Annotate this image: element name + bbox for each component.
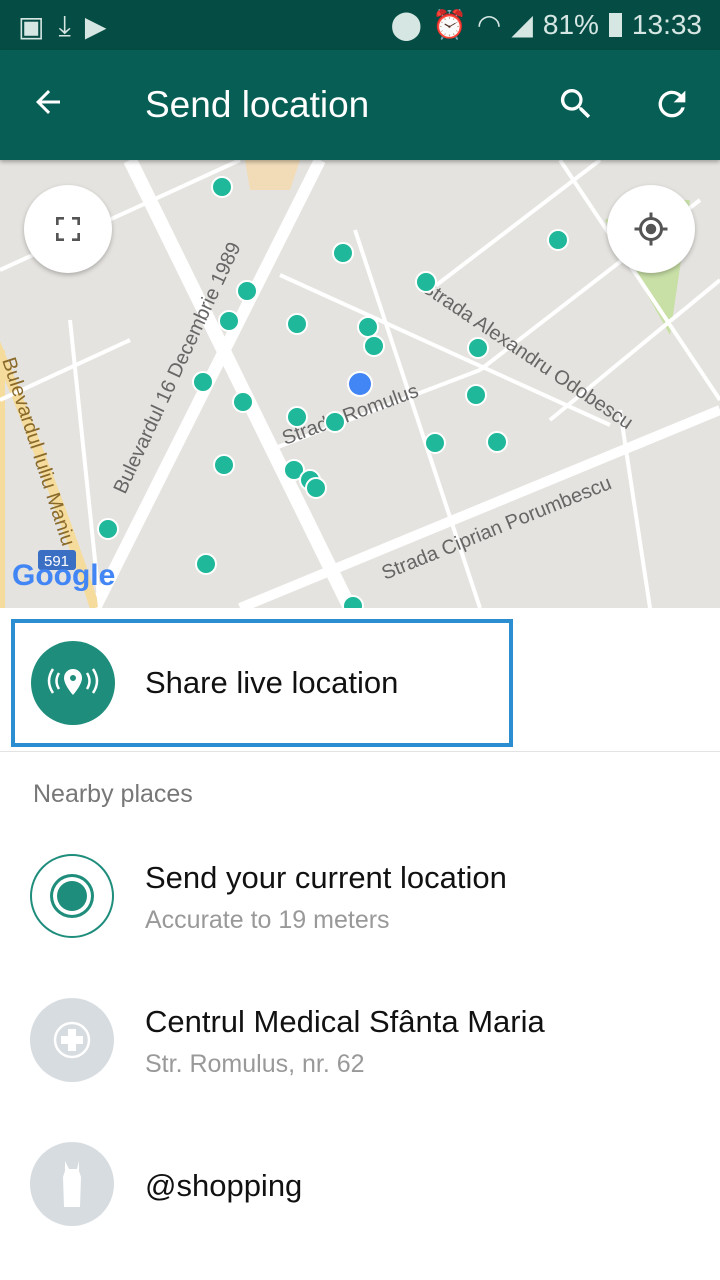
place-marker[interactable] xyxy=(486,431,508,453)
place-marker[interactable] xyxy=(286,313,308,335)
place-marker[interactable] xyxy=(192,371,214,393)
live-location-icon xyxy=(31,641,115,725)
place-marker[interactable] xyxy=(342,595,364,608)
page-title: Send location xyxy=(145,84,370,125)
share-live-location-button[interactable]: Share live location xyxy=(11,619,513,747)
place-marker[interactable] xyxy=(213,454,235,476)
play-store-icon: ▶ xyxy=(84,11,107,42)
fullscreen-icon xyxy=(56,217,80,241)
street-label: Strada Alexandru Odobescu xyxy=(417,276,637,434)
gallery-notification-icon: ▣ xyxy=(18,11,45,42)
place-marker[interactable] xyxy=(211,176,233,198)
clock: 13:33 xyxy=(631,8,702,40)
place-marker[interactable] xyxy=(415,271,437,293)
place-marker[interactable] xyxy=(363,335,385,357)
wifi-icon: ◠ xyxy=(476,9,502,40)
place-marker[interactable] xyxy=(357,316,379,338)
place-marker[interactable] xyxy=(236,280,258,302)
map-view[interactable]: Strada Alexandru Odobescu Bulevardul 16 … xyxy=(0,160,720,608)
place-marker[interactable] xyxy=(97,518,119,540)
download-icon: ⤓ xyxy=(58,10,71,41)
alarm-icon: ⏰ xyxy=(432,9,467,40)
place-marker[interactable] xyxy=(324,411,346,433)
divider xyxy=(0,751,720,752)
place-marker[interactable] xyxy=(305,477,327,499)
signal-icon: ◢ xyxy=(511,9,533,40)
place-marker[interactable] xyxy=(465,384,487,406)
crosshair-icon xyxy=(634,212,668,246)
google-logo: Google xyxy=(12,559,115,592)
nearby-places-header: Nearby places xyxy=(33,780,193,808)
my-location-marker xyxy=(347,371,373,397)
place-marker[interactable] xyxy=(424,432,446,454)
battery-percent: 81% xyxy=(542,8,599,40)
share-live-location-label: Share live location xyxy=(145,665,399,700)
app-bar: Send location xyxy=(0,50,720,160)
refresh-icon[interactable] xyxy=(652,84,692,124)
place-marker[interactable] xyxy=(195,553,217,575)
current-location-icon xyxy=(30,854,114,938)
fullscreen-button[interactable] xyxy=(24,185,112,273)
back-arrow-icon[interactable] xyxy=(30,84,66,120)
place-subtitle: Accurate to 19 meters xyxy=(145,906,390,934)
place-title: Send your current location xyxy=(145,860,507,895)
place-marker[interactable] xyxy=(332,242,354,264)
my-location-button[interactable] xyxy=(607,185,695,273)
place-title: Centrul Medical Sfânta Maria xyxy=(145,1004,545,1039)
list-item-place[interactable]: Centrul Medical Sfânta Maria Str. Romulu… xyxy=(0,980,720,1100)
place-marker[interactable] xyxy=(547,229,569,251)
street-label: Strada Ciprian Porumbescu xyxy=(379,472,615,584)
medical-icon xyxy=(30,998,114,1082)
place-marker[interactable] xyxy=(232,391,254,413)
place-title: @shopping xyxy=(145,1168,303,1203)
location-icon: ⬤ xyxy=(390,9,423,40)
dress-icon xyxy=(30,1142,114,1226)
search-icon[interactable] xyxy=(556,84,596,124)
status-bar: ▣ ⤓ ▶ ⬤ ⏰ ◠ ◢ 81% 13:33 xyxy=(0,0,720,50)
place-subtitle: Str. Romulus, nr. 62 xyxy=(145,1050,365,1078)
place-marker[interactable] xyxy=(218,310,240,332)
battery-icon xyxy=(608,12,622,37)
place-marker[interactable] xyxy=(467,337,489,359)
list-item-place[interactable]: @shopping xyxy=(0,1124,720,1244)
list-item-current-location[interactable]: Send your current location Accurate to 1… xyxy=(0,836,720,956)
place-marker[interactable] xyxy=(286,406,308,428)
